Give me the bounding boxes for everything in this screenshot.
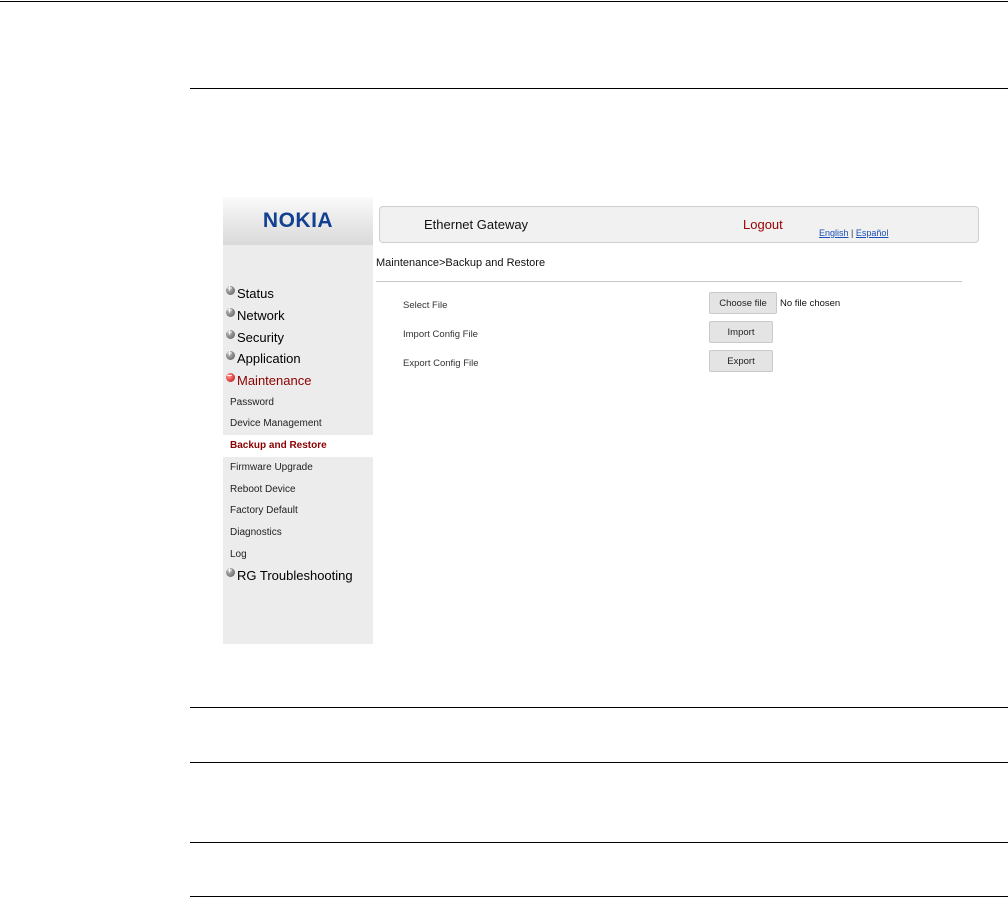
sidebar-item-label: RG Troubleshooting [237, 568, 353, 584]
nokia-logo: NOKIA [262, 209, 334, 232]
content-divider [376, 281, 962, 282]
logo-area: NOKIA [223, 197, 373, 245]
import-button[interactable]: Import [709, 321, 773, 343]
sidebar-item-label: Security [237, 329, 284, 345]
sidebar-subitem-diagnostics[interactable]: Diagnostics [223, 522, 373, 544]
sidebar: NOKIA Status Network Security Applicatio… [223, 197, 373, 644]
language-english-link[interactable]: English [819, 228, 849, 238]
sidebar-item-application[interactable]: Application [223, 348, 373, 370]
import-config-label: Import Config File [403, 329, 478, 340]
plus-icon [226, 565, 235, 578]
choose-file-button[interactable]: Choose file [709, 292, 777, 314]
page-rule-4 [190, 896, 1008, 897]
language-separator: | [851, 228, 854, 238]
sidebar-item-label: Network [237, 308, 285, 324]
no-file-status: No file chosen [780, 298, 841, 309]
page-rule-header [190, 88, 1008, 89]
select-file-label: Select File [403, 300, 448, 311]
sidebar-subitem-reboot-device[interactable]: Reboot Device [223, 478, 373, 500]
plus-icon [226, 283, 235, 296]
language-espanol-link[interactable]: Español [856, 228, 889, 238]
page-rule-1 [190, 707, 1008, 708]
sidebar-subitem-password[interactable]: Password [223, 391, 373, 413]
minus-icon [226, 370, 235, 383]
sidebar-item-security[interactable]: Security [223, 326, 373, 348]
sidebar-item-maintenance[interactable]: Maintenance [223, 370, 373, 392]
page-rule-top [0, 1, 1008, 2]
sidebar-subitem-backup-restore[interactable]: Backup and Restore [223, 434, 373, 457]
logout-link[interactable]: Logout [743, 217, 783, 232]
router-admin-screenshot: NOKIA Status Network Security Applicatio… [223, 197, 983, 645]
language-switcher: English | Español [819, 228, 888, 238]
page-rule-3 [190, 842, 1008, 843]
sidebar-item-rg-troubleshooting[interactable]: RG Troubleshooting [223, 565, 373, 587]
plus-icon [226, 327, 235, 339]
sidebar-item-status[interactable]: Status [223, 283, 373, 305]
sidebar-item-network[interactable]: Network [223, 305, 373, 327]
sidebar-nav: Status Network Security Application Main… [223, 283, 373, 587]
export-button[interactable]: Export [709, 350, 773, 372]
sidebar-subitem-firmware-upgrade[interactable]: Firmware Upgrade [223, 457, 373, 479]
sidebar-subitem-factory-default[interactable]: Factory Default [223, 500, 373, 522]
gateway-title: Ethernet Gateway [424, 217, 529, 232]
page-rule-2 [190, 762, 1008, 763]
plus-icon [226, 348, 235, 361]
sidebar-subitem-device-management[interactable]: Device Management [223, 413, 373, 435]
sidebar-subitem-log[interactable]: Log [223, 543, 373, 565]
sidebar-item-label: Maintenance [237, 373, 312, 389]
sidebar-item-label: Status [237, 286, 274, 302]
top-bar: Ethernet Gateway Logout English | Españo… [379, 206, 979, 243]
sidebar-item-label: Application [237, 351, 301, 367]
export-config-label: Export Config File [403, 358, 479, 369]
breadcrumb: Maintenance>Backup and Restore [376, 257, 546, 269]
plus-icon [226, 305, 235, 318]
